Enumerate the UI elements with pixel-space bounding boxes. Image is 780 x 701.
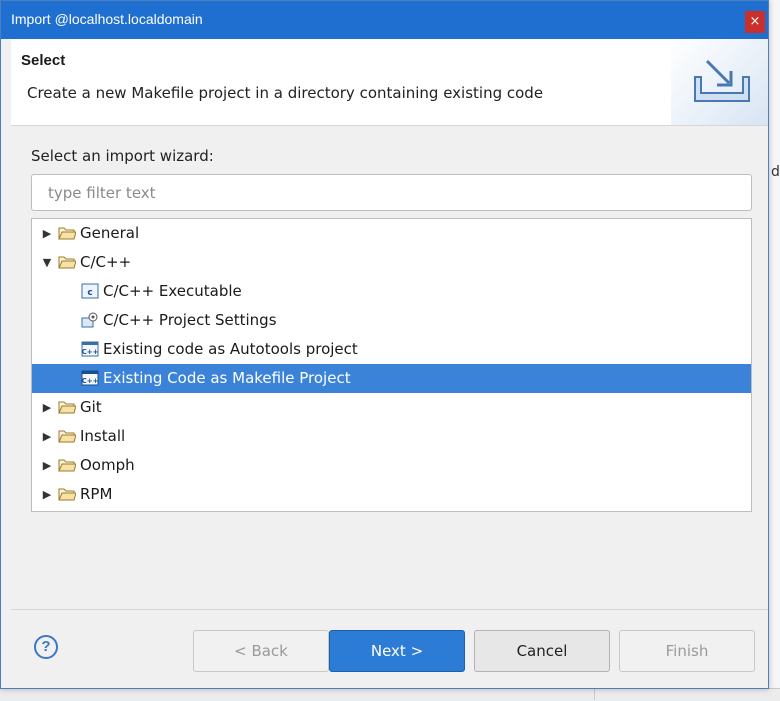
close-button[interactable]: × xyxy=(745,11,765,33)
folder-icon xyxy=(58,488,76,501)
page-description: Create a new Makefile project in a direc… xyxy=(27,84,544,102)
cpp-project-icon: C++ xyxy=(81,370,99,386)
tree-item-autotools-project[interactable]: C++ Existing code as Autotools project xyxy=(32,335,751,364)
dialog-titlebar[interactable]: Import @localhost.localdomain × xyxy=(1,1,768,39)
close-icon: × xyxy=(749,14,761,29)
background-workbench-edge: di xyxy=(768,0,780,700)
svg-text:c: c xyxy=(87,288,92,298)
help-icon: ? xyxy=(41,638,51,655)
back-button[interactable]: < Back xyxy=(193,630,329,672)
folder-icon xyxy=(58,401,76,414)
help-button[interactable]: ? xyxy=(34,635,58,659)
project-settings-icon xyxy=(81,312,98,328)
tree-item-makefile-project[interactable]: C++ Existing Code as Makefile Project xyxy=(32,364,751,393)
tree-item-cpp[interactable]: ▼ C/C++ xyxy=(32,248,751,277)
collapse-arrow-icon[interactable]: ▼ xyxy=(40,248,54,277)
expand-arrow-icon[interactable]: ▶ xyxy=(40,219,54,248)
tree-item-label: C/C++ Project Settings xyxy=(103,311,277,329)
footer-divider xyxy=(11,609,768,610)
tree-item-cpp-executable[interactable]: c C/C++ Executable xyxy=(32,277,751,306)
filter-input[interactable] xyxy=(31,174,752,211)
svg-text:C++: C++ xyxy=(82,348,99,356)
cancel-button[interactable]: Cancel xyxy=(474,630,610,672)
tree-item-label: Existing code as Autotools project xyxy=(103,340,358,358)
wizard-header: Select Create a new Makefile project in … xyxy=(11,39,768,126)
tree-item-label: General xyxy=(80,224,140,242)
svg-text:C++: C++ xyxy=(82,377,99,385)
dialog-title: Import @localhost.localdomain xyxy=(11,11,203,27)
page-title: Select xyxy=(21,52,66,69)
tree-item-oomph[interactable]: ▶ Oomph xyxy=(32,451,751,480)
tree-item-git[interactable]: ▶ Git xyxy=(32,393,751,422)
folder-icon xyxy=(58,256,76,269)
tree-item-general[interactable]: ▶ General xyxy=(32,219,751,248)
folder-icon xyxy=(58,430,76,443)
import-dialog: Import @localhost.localdomain × Select C… xyxy=(0,0,769,689)
tree-item-label: C/C++ Executable xyxy=(103,282,242,300)
expand-arrow-icon[interactable]: ▶ xyxy=(40,422,54,451)
tree-item-install[interactable]: ▶ Install xyxy=(32,422,751,451)
finish-button[interactable]: Finish xyxy=(619,630,755,672)
wizard-tree[interactable]: ▶ General ▼ C/C++ c C/C++ Executable C/C… xyxy=(31,218,752,512)
cpp-executable-icon: c xyxy=(81,283,99,299)
background-edge-text: di xyxy=(771,164,780,180)
folder-icon xyxy=(58,227,76,240)
tree-item-label: RPM xyxy=(80,485,113,503)
folder-icon xyxy=(58,459,76,472)
expand-arrow-icon[interactable]: ▶ xyxy=(40,393,54,422)
next-button[interactable]: Next > xyxy=(329,630,465,672)
wizard-select-label: Select an import wizard: xyxy=(31,147,214,165)
header-banner xyxy=(671,39,768,125)
tree-item-label: Install xyxy=(80,427,126,445)
tree-item-label: C/C++ xyxy=(80,253,132,271)
tree-item-label: Git xyxy=(80,398,102,416)
expand-arrow-icon[interactable]: ▶ xyxy=(40,451,54,480)
tree-item-cpp-project-settings[interactable]: C/C++ Project Settings xyxy=(32,306,751,335)
tree-item-label: Existing Code as Makefile Project xyxy=(103,369,351,387)
cpp-project-icon: C++ xyxy=(81,341,99,357)
expand-arrow-icon[interactable]: ▶ xyxy=(40,480,54,509)
tree-item-rpm[interactable]: ▶ RPM xyxy=(32,480,751,509)
background-divider xyxy=(594,688,595,700)
background-workbench-bottom xyxy=(0,688,780,701)
import-wizard-icon xyxy=(694,59,750,102)
tree-item-label: Oomph xyxy=(80,456,135,474)
